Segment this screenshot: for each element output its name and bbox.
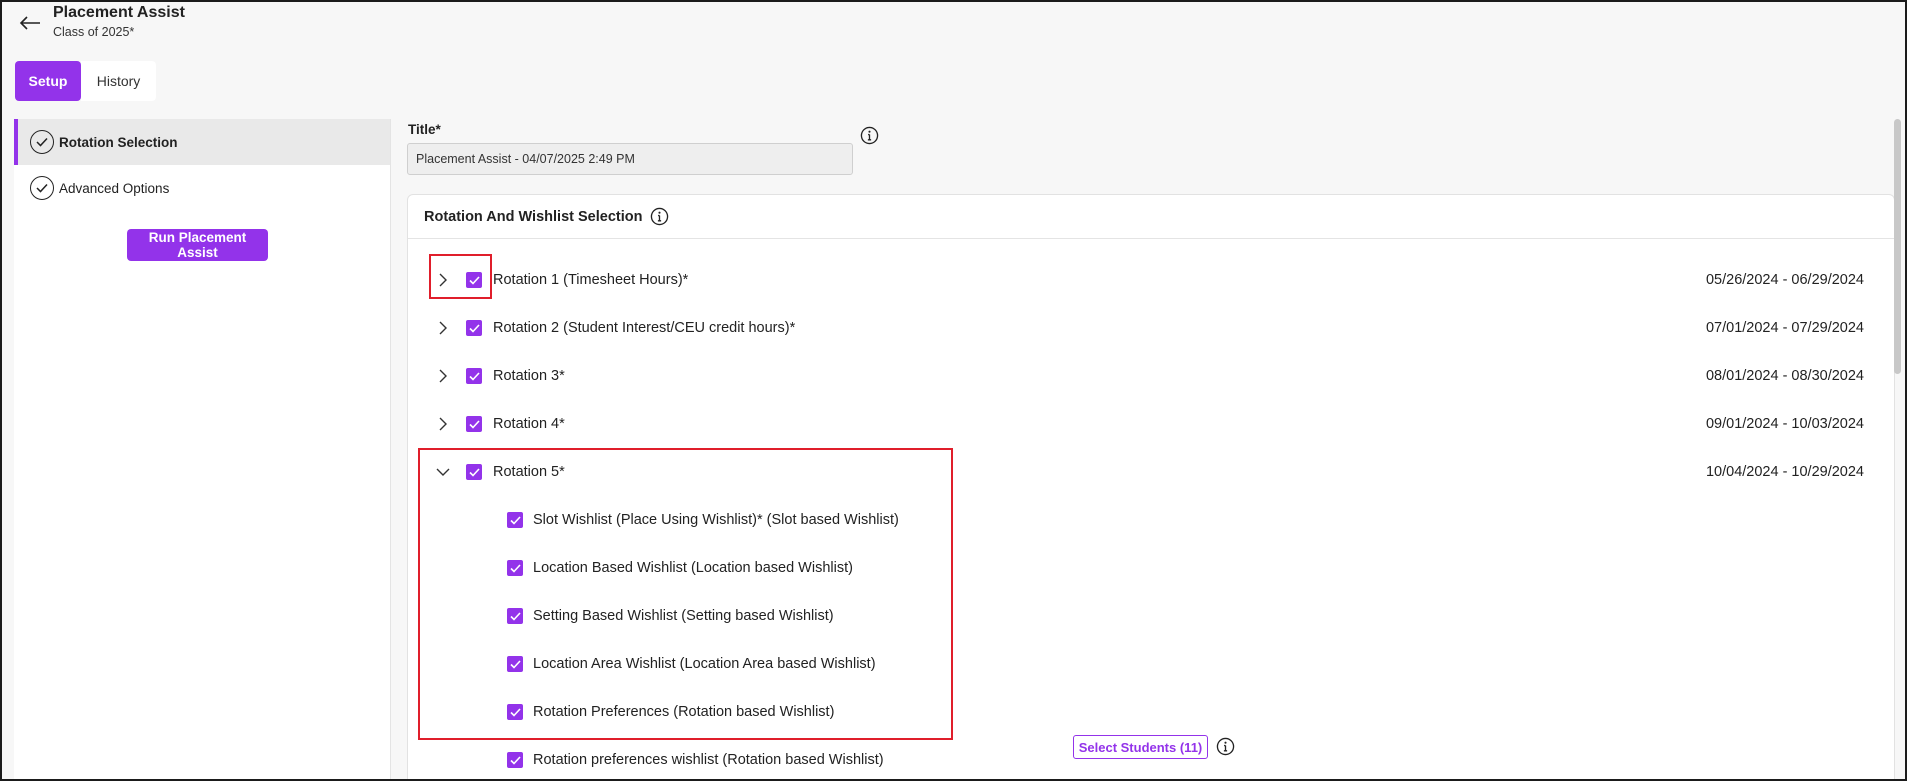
select-students-button[interactable]: Select Students (11) [1073,735,1208,759]
rotation-label: Rotation 2 (Student Interest/CEU credit … [493,320,796,336]
info-icon[interactable] [1216,737,1235,756]
rotation-row[interactable]: Rotation 3* 08/01/2024 - 08/30/2024 [408,361,1896,391]
check-circle-icon [30,176,54,200]
wishlist-row[interactable]: Setting Based Wishlist (Setting based Wi… [408,601,1896,631]
wishlist-label: Location Based Wishlist (Location based … [533,560,853,576]
rotation-wishlist-panel: Rotation And Wishlist Selection Rotation… [407,194,1895,781]
chevron-right-icon[interactable] [435,272,451,288]
wishlist-label: Location Area Wishlist (Location Area ba… [533,656,876,672]
rotation-label: Rotation 4* [493,416,565,432]
vertical-scrollbar[interactable] [1894,119,1901,374]
tab-bar: Setup History [15,61,156,101]
sidebar-item-rotation-selection[interactable]: Rotation Selection [14,119,390,165]
run-placement-assist-button[interactable]: Run Placement Assist [127,229,268,261]
wishlist-checkbox[interactable] [507,560,523,576]
rotation-dates: 08/01/2024 - 08/30/2024 [1705,368,1864,384]
wishlist-label: Slot Wishlist (Place Using Wishlist)* (S… [533,512,899,528]
info-icon[interactable] [650,207,669,226]
rotation-row[interactable]: Rotation 4* 09/01/2024 - 10/03/2024 [408,409,1896,439]
rotation-row[interactable]: Rotation 1 (Timesheet Hours)* 05/26/2024… [408,265,1896,295]
wishlist-label: Rotation Preferences (Rotation based Wis… [533,704,835,720]
rotation-row[interactable]: Rotation 2 (Student Interest/CEU credit … [408,313,1896,343]
app-subtitle: Class of 2025* [53,25,135,39]
wishlist-row[interactable]: Location Based Wishlist (Location based … [408,553,1896,583]
rotation-checkbox[interactable] [466,416,482,432]
sidebar-item-label: Advanced Options [59,180,170,196]
arrow-left-icon [19,16,40,30]
wishlist-label: Rotation preferences wishlist (Rotation … [533,752,884,768]
sidebar-item-advanced-options[interactable]: Advanced Options [14,165,390,211]
wishlist-checkbox[interactable] [507,704,523,720]
wishlist-checkbox[interactable] [507,752,523,768]
wishlist-checkbox[interactable] [507,608,523,624]
rotation-row[interactable]: Rotation 5* 10/04/2024 - 10/29/2024 [408,457,1896,487]
wishlist-row[interactable]: Slot Wishlist (Place Using Wishlist)* (S… [408,505,1896,535]
tab-history[interactable]: History [81,61,156,101]
title-input[interactable] [407,143,853,175]
rotation-checkbox[interactable] [466,464,482,480]
wishlist-checkbox[interactable] [507,656,523,672]
app-title: Placement Assist [53,4,185,21]
back-button[interactable] [16,12,44,34]
rotation-checkbox[interactable] [466,320,482,336]
chevron-right-icon[interactable] [435,320,451,336]
rotation-label: Rotation 3* [493,368,565,384]
title-label: Title* [408,122,441,137]
tab-setup[interactable]: Setup [15,61,81,101]
panel-heading: Rotation And Wishlist Selection [408,195,1894,239]
rotation-dates: 10/04/2024 - 10/29/2024 [1705,464,1864,480]
rotation-label: Rotation 5* [493,464,565,480]
sidebar-item-label: Rotation Selection [59,134,178,150]
chevron-right-icon[interactable] [435,416,451,432]
chevron-down-icon[interactable] [435,464,451,480]
rotation-checkbox[interactable] [466,272,482,288]
rotation-checkbox[interactable] [466,368,482,384]
sidebar: Rotation Selection Advanced Options Run … [14,119,391,781]
wishlist-row[interactable]: Location Area Wishlist (Location Area ba… [408,649,1896,679]
rotation-label: Rotation 1 (Timesheet Hours)* [493,272,689,288]
wishlist-row[interactable]: Rotation Preferences (Rotation based Wis… [408,697,1896,727]
info-icon[interactable] [860,126,879,145]
wishlist-label: Setting Based Wishlist (Setting based Wi… [533,608,834,624]
rotation-dates: 07/01/2024 - 07/29/2024 [1705,320,1864,336]
rotation-dates: 09/01/2024 - 10/03/2024 [1705,416,1864,432]
check-circle-icon [30,130,54,154]
chevron-right-icon[interactable] [435,368,451,384]
wishlist-checkbox[interactable] [507,512,523,528]
rotation-dates: 05/26/2024 - 06/29/2024 [1705,272,1864,288]
